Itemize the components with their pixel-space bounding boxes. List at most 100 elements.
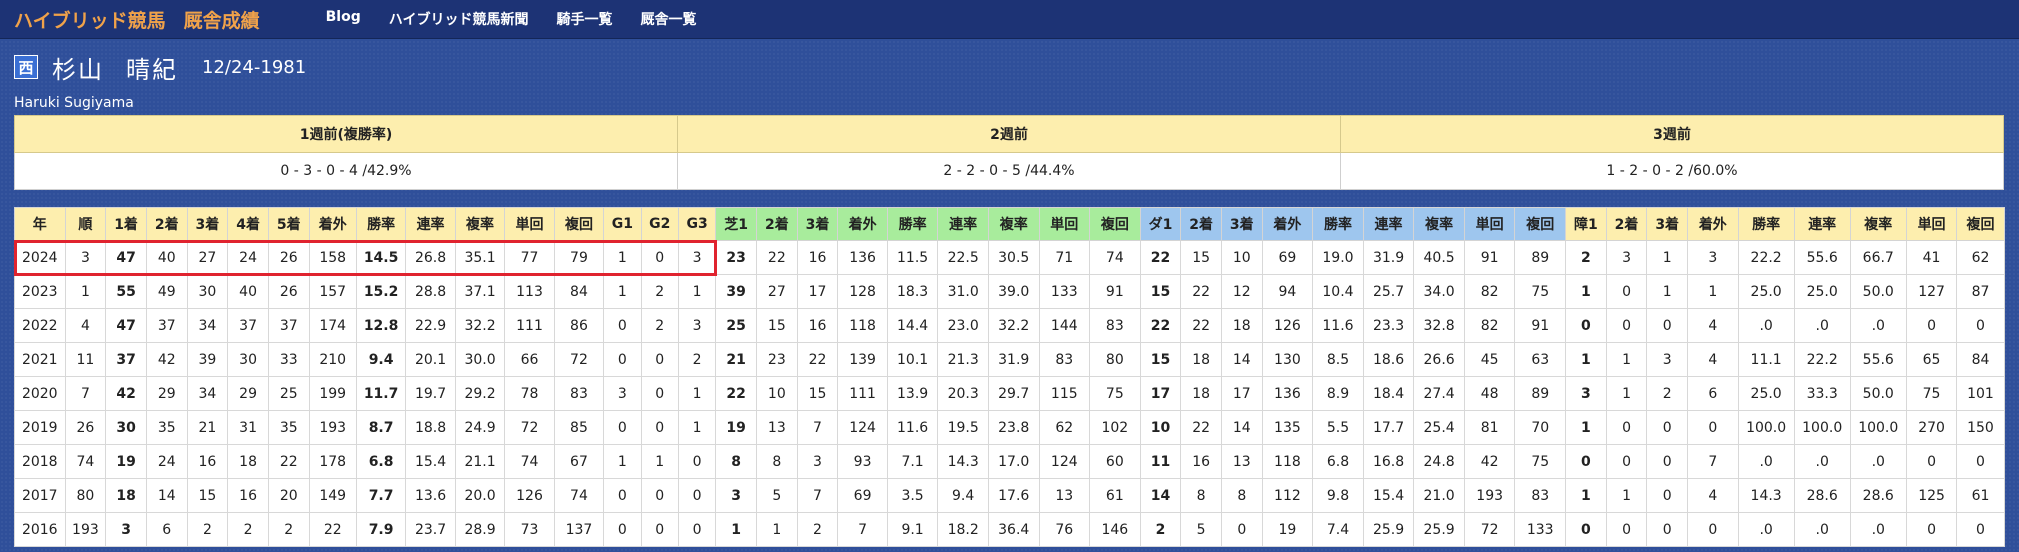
- stats-cell: 5: [1180, 512, 1222, 547]
- stats-cell: 13.6: [405, 478, 456, 513]
- stats-cell: 14: [1220, 410, 1263, 445]
- nav-stable-list[interactable]: 厩舎一覧: [640, 9, 696, 29]
- stats-cell: .0: [1793, 308, 1851, 343]
- stats-cell: 0: [677, 444, 717, 479]
- stats-cell: 72: [553, 342, 605, 377]
- brand-title[interactable]: ハイブリッド競馬: [14, 10, 166, 32]
- stats-cell: 83: [553, 376, 605, 411]
- stats-cell: 29: [227, 376, 269, 411]
- stats-cell: 23.8: [987, 410, 1040, 445]
- stats-cell: 199: [308, 376, 357, 411]
- stats-cell: 3: [1646, 342, 1689, 377]
- stats-col-header: 3着: [1220, 207, 1263, 241]
- stats-cell: 17: [796, 274, 839, 309]
- stats-cell: 79: [553, 240, 605, 275]
- stats-cell: 19: [105, 444, 147, 479]
- stats-cell: 34: [186, 376, 229, 411]
- stats-cell: 37: [145, 308, 188, 343]
- stats-col-header: G3: [677, 207, 717, 241]
- recent-header-3w: 3週前: [1340, 115, 2004, 153]
- stats-cell: 21.1: [454, 444, 506, 479]
- stats-col-header: 連率: [1793, 207, 1851, 241]
- stats-cell: 26.6: [1413, 342, 1465, 377]
- nav-jockey-list[interactable]: 騎手一覧: [556, 9, 612, 29]
- stats-cell: 18: [227, 444, 269, 479]
- stats-col-header: 1着: [105, 207, 147, 241]
- stats-cell: 0: [1646, 410, 1689, 445]
- stats-cell: 13.9: [886, 376, 939, 411]
- stats-cell: 29.7: [987, 376, 1040, 411]
- stats-cell: 0: [1687, 410, 1739, 445]
- stats-cell: 15: [1180, 240, 1222, 275]
- stats-cell: 91: [1514, 308, 1567, 343]
- stats-cell: 17.7: [1362, 410, 1415, 445]
- stats-cell: 0: [1220, 512, 1263, 547]
- stats-cell: 25.0: [1793, 274, 1851, 309]
- brand-subtitle[interactable]: 厩舎成績: [184, 10, 260, 32]
- stats-cell: 22: [1139, 240, 1182, 275]
- stats-cell: 157: [308, 274, 357, 309]
- stats-cell: 42: [145, 342, 188, 377]
- stats-cell: 111: [504, 308, 555, 343]
- stats-cell: 91: [1089, 274, 1141, 309]
- stats-cell: 112: [1261, 478, 1314, 513]
- stats-cell: 39: [715, 274, 757, 309]
- stats-col-header: 4着: [227, 207, 269, 241]
- stats-cell: 18: [1180, 376, 1222, 411]
- recent-value-row: 0 - 3 - 0 - 4 /42.9% 2 - 2 - 0 - 5 /44.4…: [14, 152, 2004, 190]
- stats-cell: 16: [796, 308, 839, 343]
- stats-cell: 3: [1565, 376, 1607, 411]
- stats-cell: 28.6: [1849, 478, 1907, 513]
- stats-cell: 1: [1605, 478, 1648, 513]
- stats-cell: 17: [1139, 376, 1182, 411]
- stats-cell: 42: [105, 376, 147, 411]
- stats-cell: 23.0: [937, 308, 989, 343]
- jockey-name: 杉山 晴紀: [52, 50, 178, 85]
- nav-newspaper[interactable]: ハイブリッド競馬新聞: [389, 9, 529, 29]
- nav-blog[interactable]: Blog: [326, 9, 361, 29]
- stats-cell: 1: [1687, 274, 1739, 309]
- stats-cell: 7: [1687, 444, 1739, 479]
- stats-cell: 150: [1956, 410, 2005, 445]
- stats-cell: 77: [504, 240, 555, 275]
- recent-header-1w: 1週前(複勝率): [14, 115, 678, 153]
- stats-col-header: 複率: [454, 207, 506, 241]
- stats-cell: 25.4: [1413, 410, 1465, 445]
- stats-cell: 31: [227, 410, 269, 445]
- stats-cell: 15: [1139, 274, 1182, 309]
- stats-cell: 10: [756, 376, 798, 411]
- stats-cell: 85: [553, 410, 605, 445]
- stats-cell: 14.3: [937, 444, 989, 479]
- stats-cell: 26: [267, 274, 310, 309]
- stats-cell: 0: [640, 376, 679, 411]
- stats-cell: 7.7: [355, 478, 407, 513]
- stats-cell: 15.2: [355, 274, 407, 309]
- stats-cell: 8: [715, 444, 757, 479]
- stats-col-header: G2: [640, 207, 679, 241]
- stats-col-header: 順: [64, 207, 107, 241]
- stats-cell: 42: [1463, 444, 1516, 479]
- stats-cell: 41: [1905, 240, 1958, 275]
- stats-col-header: 勝率: [1737, 207, 1795, 241]
- stats-cell: 24: [145, 444, 188, 479]
- stats-body: 2024 3 47 40 27 24 26 158 14.5 26.8 35.1 77 79 1 0 3 23 2…: [14, 240, 2005, 547]
- stats-cell: 83: [1514, 478, 1567, 513]
- stats-cell: 149: [308, 478, 357, 513]
- stats-cell: 94: [1261, 274, 1314, 309]
- stats-cell: 30: [186, 274, 229, 309]
- stats-cell: 100.0: [1737, 410, 1795, 445]
- stats-cell: 7: [64, 376, 107, 411]
- stats-cell: 82: [1463, 308, 1516, 343]
- stats-cell: 2: [186, 512, 229, 547]
- stats-cell: 1: [1605, 376, 1648, 411]
- stats-cell: 0: [1956, 308, 2005, 343]
- site-brand[interactable]: ハイブリッド競馬 厩舎成績: [14, 6, 260, 33]
- stats-cell: 22: [1180, 274, 1222, 309]
- stats-cell: 9.1: [886, 512, 939, 547]
- stats-cell: 69: [837, 478, 888, 513]
- stats-cell: 124: [837, 410, 888, 445]
- stats-cell: 27: [756, 274, 798, 309]
- stats-cell: 31.0: [937, 274, 989, 309]
- stats-cell: 3: [603, 376, 642, 411]
- stats-cell: 101: [1956, 376, 2005, 411]
